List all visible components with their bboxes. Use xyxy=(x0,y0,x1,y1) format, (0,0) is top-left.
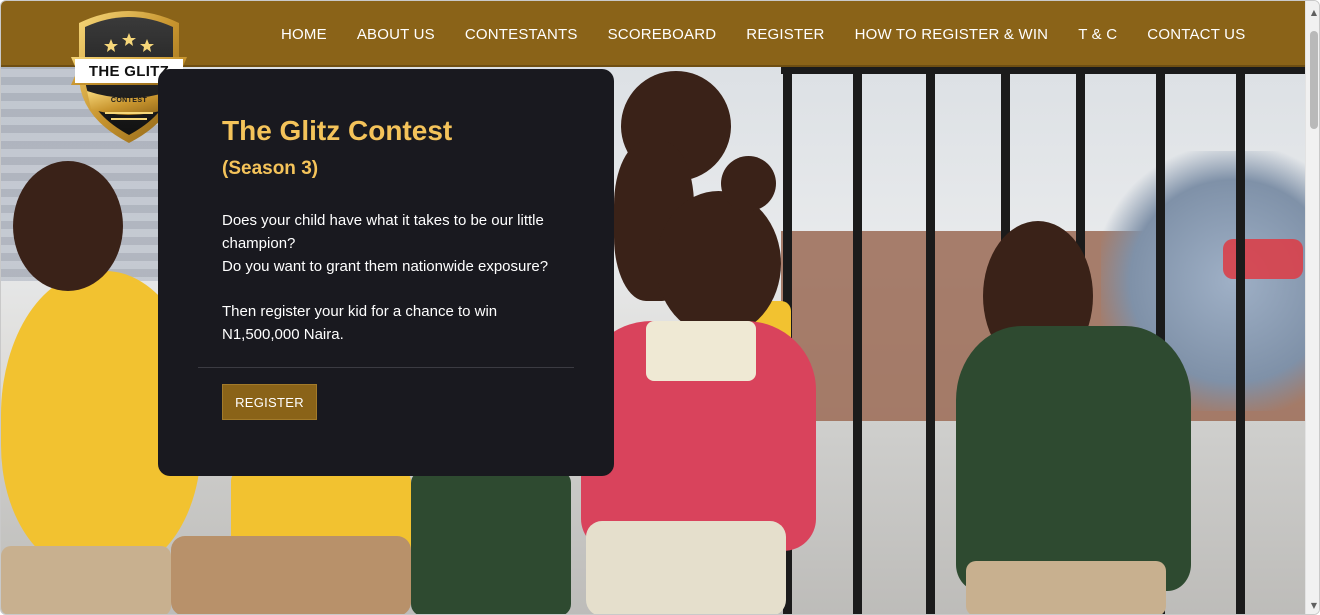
hero-subtitle: (Season 3) xyxy=(222,158,319,179)
hero-title: The Glitz Contest xyxy=(222,115,453,146)
scrollbar-thumb[interactable] xyxy=(1310,31,1318,129)
photo-girl-bun xyxy=(721,156,776,211)
photo-car-light xyxy=(1223,239,1303,279)
nav-terms[interactable]: T & C xyxy=(1078,26,1117,43)
scroll-up-arrow-icon[interactable]: ▲ xyxy=(1306,4,1319,20)
hero-line-1: Does your child have what it takes to be… xyxy=(222,212,544,252)
nav-about-us[interactable]: ABOUT US xyxy=(357,26,435,43)
scroll-down-arrow-icon[interactable]: ▼ xyxy=(1306,597,1319,613)
hero-line-2: Do you want to grant them nationwide exp… xyxy=(222,258,549,275)
photo-child-head xyxy=(13,161,123,291)
photo-fence-bar xyxy=(853,67,862,614)
photo-fence-bar xyxy=(1236,67,1245,614)
browser-viewport: HOME ABOUT US CONTESTANTS SCOREBOARD REG… xyxy=(0,0,1320,615)
photo-girl-collar xyxy=(646,321,756,381)
photo-child-pants xyxy=(1,546,171,614)
photo-fence-bar xyxy=(926,67,935,614)
nav-scoreboard[interactable]: SCOREBOARD xyxy=(608,26,717,43)
photo-boy-pants xyxy=(966,561,1166,614)
photo-child-green-2 xyxy=(411,471,571,614)
hero-spacer xyxy=(222,278,562,300)
register-button[interactable]: REGISTER xyxy=(222,384,317,420)
hero-card: The Glitz Contest (Season 3) Does your c… xyxy=(158,69,614,476)
main-nav: HOME ABOUT US CONTESTANTS SCOREBOARD REG… xyxy=(266,1,1260,67)
nav-how-to-register-win[interactable]: HOW TO REGISTER & WIN xyxy=(855,26,1049,43)
nav-home[interactable]: HOME xyxy=(281,26,327,43)
logo-bottom-text: CONTEST xyxy=(110,96,148,104)
photo-girl-skirt xyxy=(586,521,786,614)
hero-description: Does your child have what it takes to be… xyxy=(222,209,562,346)
hero-divider xyxy=(198,367,574,368)
vertical-scrollbar[interactable]: ▲ ▼ xyxy=(1305,1,1319,614)
photo-girl-head xyxy=(656,191,781,336)
top-navbar: HOME ABOUT US CONTESTANTS SCOREBOARD REG… xyxy=(1,1,1305,67)
photo-child-leopard xyxy=(171,536,411,614)
hero-line-3: Then register your kid for a chance to w… xyxy=(222,303,498,343)
photo-boy-shirt xyxy=(956,326,1191,591)
nav-register[interactable]: REGISTER xyxy=(746,26,824,43)
nav-contestants[interactable]: CONTESTANTS xyxy=(465,26,578,43)
nav-contact-us[interactable]: CONTACT US xyxy=(1147,26,1245,43)
